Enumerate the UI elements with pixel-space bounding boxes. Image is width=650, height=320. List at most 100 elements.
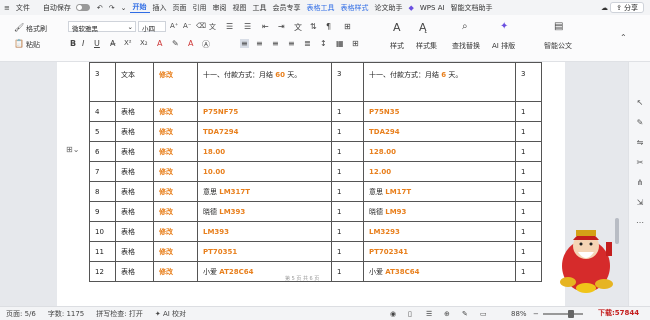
page-count[interactable]: 页面: 5/6 xyxy=(0,309,42,319)
grow-font-icon[interactable]: A⁺ xyxy=(170,22,178,30)
cell-old-content[interactable]: 10.00 xyxy=(197,161,332,182)
cell-no[interactable]: 11 xyxy=(89,241,116,262)
cell-type[interactable]: 表格 xyxy=(115,121,154,142)
increase-indent-icon[interactable]: ⇥ xyxy=(278,22,285,31)
document-page[interactable]: 3 文本 修改 十一、付款方式：月结 60 天。 3 十一、付款方式：月结 6 天。 3 4 表… xyxy=(57,62,565,306)
cell-new-qty[interactable]: 1 xyxy=(515,181,542,202)
cell-new-qty[interactable]: 1 xyxy=(515,241,542,262)
cloud-icon[interactable]: ☁ xyxy=(598,4,611,12)
cell-action[interactable]: 修改 xyxy=(153,261,198,282)
tab-smart-assistant[interactable]: 智能文档助手 xyxy=(448,3,496,13)
cell-type[interactable]: 表格 xyxy=(115,241,154,262)
cell-action[interactable]: 修改 xyxy=(153,141,198,162)
cell-no[interactable]: 6 xyxy=(89,141,116,162)
cell-new-qty[interactable]: 1 xyxy=(515,221,542,242)
cell-type[interactable]: 表格 xyxy=(115,161,154,182)
paste-icon[interactable]: 📋 xyxy=(14,39,24,48)
find-replace-icon[interactable]: ⌕ xyxy=(462,21,468,32)
cell-type[interactable]: 表格 xyxy=(115,141,154,162)
full-width-icon[interactable]: ☰ xyxy=(420,310,438,318)
cell-old-qty[interactable]: 1 xyxy=(331,181,364,202)
cell-no[interactable]: 4 xyxy=(89,101,116,122)
bullet-list-icon[interactable]: ☰ xyxy=(226,22,233,31)
cell-type[interactable]: 表格 xyxy=(115,181,154,202)
cell-action[interactable]: 修改 xyxy=(153,221,198,242)
cell-old-qty[interactable]: 1 xyxy=(331,221,364,242)
paste-label[interactable]: 粘贴 xyxy=(26,40,40,50)
tab-page[interactable]: 页面 xyxy=(170,3,190,13)
outline-icon[interactable]: ✎ xyxy=(456,310,474,318)
cell-new-qty[interactable]: 1 xyxy=(515,121,542,142)
cell-new-content[interactable]: PT702341 xyxy=(363,241,516,262)
tab-table-tools[interactable]: 表格工具 xyxy=(304,3,338,13)
char-border-icon[interactable]: Ⓐ xyxy=(202,39,210,50)
cell-new-content[interactable]: TDA294 xyxy=(363,121,516,142)
cell-new-content[interactable]: P75N35 xyxy=(363,101,516,122)
cell-new-qty[interactable]: 1 xyxy=(515,141,542,162)
format-painter-icon[interactable]: 🖌 xyxy=(14,23,24,32)
tab-home[interactable]: 开始 xyxy=(129,2,150,13)
highlight-icon[interactable]: ✎ xyxy=(172,39,179,48)
smart-doc-label[interactable]: 智能公文 xyxy=(544,41,572,51)
tab-table-style[interactable]: 表格样式 xyxy=(338,3,372,13)
table-borders-icon[interactable]: ⊞ xyxy=(352,39,359,48)
cell-type[interactable]: 文本 xyxy=(115,62,154,102)
underline-icon[interactable]: U xyxy=(94,39,100,48)
tab-insert[interactable]: 插入 xyxy=(150,3,170,13)
styles-label[interactable]: 样式 xyxy=(390,41,404,51)
cell-old-content[interactable]: 意思 LM317T xyxy=(197,181,332,202)
cell-action[interactable]: 修改 xyxy=(153,121,198,142)
cell-old-qty[interactable]: 1 xyxy=(331,241,364,262)
tab-wps-ai[interactable]: WPS AI xyxy=(417,4,448,12)
cell-old-qty[interactable]: 1 xyxy=(331,261,364,282)
cell-new-qty[interactable]: 1 xyxy=(515,201,542,222)
cell-no[interactable]: 8 xyxy=(89,181,116,202)
tab-redo-icon[interactable]: ↷ xyxy=(106,4,118,12)
tab-paper-assistant[interactable]: 论文助手 xyxy=(372,3,406,13)
menu-file[interactable]: 文件 xyxy=(13,3,33,13)
cell-action[interactable]: 修改 xyxy=(153,181,198,202)
font-color-icon[interactable]: A xyxy=(157,39,162,48)
show-marks-icon[interactable]: ¶ xyxy=(326,22,331,31)
decrease-indent-icon[interactable]: ⇤ xyxy=(262,22,269,31)
cell-new-content[interactable]: 小爱 AT38C64 xyxy=(363,261,516,282)
cell-type[interactable]: 表格 xyxy=(115,221,154,242)
share-side-icon[interactable]: ⋔ xyxy=(635,178,645,188)
web-view-icon[interactable]: ⊕ xyxy=(438,310,456,318)
numbered-list-icon[interactable]: ☰ xyxy=(244,22,251,31)
line-spacing-icon[interactable]: ↕ xyxy=(320,39,327,48)
cell-type[interactable]: 表格 xyxy=(115,201,154,222)
font-name-select[interactable]: 微软雅黑 ⌄ xyxy=(68,21,136,33)
cell-no[interactable]: 3 xyxy=(89,62,116,102)
cell-no[interactable]: 10 xyxy=(89,221,116,242)
tab-undo-icon[interactable]: ↶ xyxy=(94,4,106,12)
collapse-side-icon[interactable]: ⇲ xyxy=(635,198,645,208)
menu-more-icon[interactable]: ⌄ xyxy=(118,4,130,12)
cell-old-qty[interactable]: 1 xyxy=(331,121,364,142)
share-button[interactable]: ⇪ 分享 xyxy=(610,2,644,13)
edit-icon[interactable]: ✎ xyxy=(635,118,645,128)
tab-tools[interactable]: 工具 xyxy=(250,3,270,13)
style-set-icon[interactable]: Ą xyxy=(419,21,427,34)
cell-action[interactable]: 修改 xyxy=(153,62,198,102)
cell-new-content[interactable]: 十一、付款方式：月结 6 天。 xyxy=(363,62,516,102)
table-handle-icon[interactable]: ⊞⌄ xyxy=(66,145,79,154)
cell-old-content[interactable]: 十一、付款方式：月结 60 天。 xyxy=(197,62,332,102)
cell-new-content[interactable]: 晓德 LM93 xyxy=(363,201,516,222)
distribute-icon[interactable]: ≣ xyxy=(304,39,311,48)
cell-new-content[interactable]: 意思 LM17T xyxy=(363,181,516,202)
cell-new-qty[interactable]: 1 xyxy=(515,161,542,182)
cell-old-qty[interactable]: 1 xyxy=(331,141,364,162)
tab-references[interactable]: 引用 xyxy=(190,3,210,13)
cell-old-content[interactable]: 18.00 xyxy=(197,141,332,162)
cell-old-qty[interactable]: 1 xyxy=(331,101,364,122)
cell-new-qty[interactable]: 1 xyxy=(515,101,542,122)
cell-new-content[interactable]: 128.00 xyxy=(363,141,516,162)
cell-action[interactable]: 修改 xyxy=(153,161,198,182)
smart-doc-icon[interactable]: ▤ xyxy=(554,21,563,32)
bold-icon[interactable]: B xyxy=(70,39,76,48)
cell-no[interactable]: 12 xyxy=(89,261,116,282)
cell-new-content[interactable]: LM3293 xyxy=(363,221,516,242)
align-right-icon[interactable]: ≡ xyxy=(272,39,279,48)
menu-icon[interactable]: ≡ xyxy=(0,4,13,12)
